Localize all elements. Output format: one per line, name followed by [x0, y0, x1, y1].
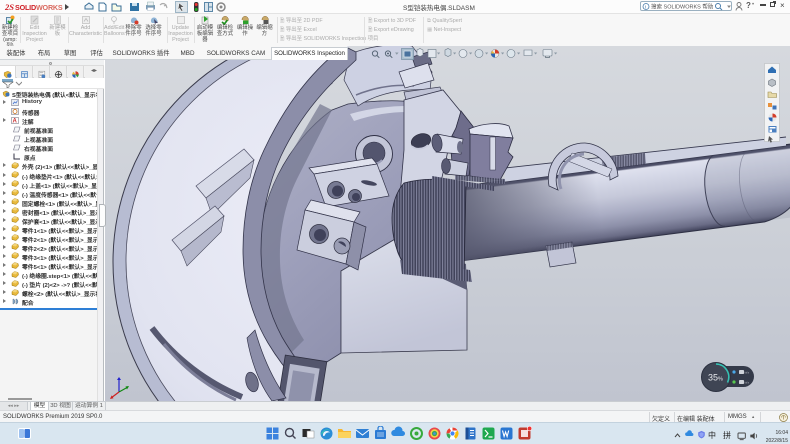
svg-text:A: A	[13, 118, 18, 123]
svg-text:搜索 SOLIDWORKS 帮助: 搜索 SOLIDWORKS 帮助	[651, 3, 714, 11]
svg-text:kb/s: kb/s	[745, 382, 750, 385]
svg-text:2S: 2S	[4, 2, 14, 12]
svg-text:kb/s: kb/s	[745, 372, 750, 375]
svg-text:SOLIDWORKS: SOLIDWORKS	[15, 3, 63, 12]
